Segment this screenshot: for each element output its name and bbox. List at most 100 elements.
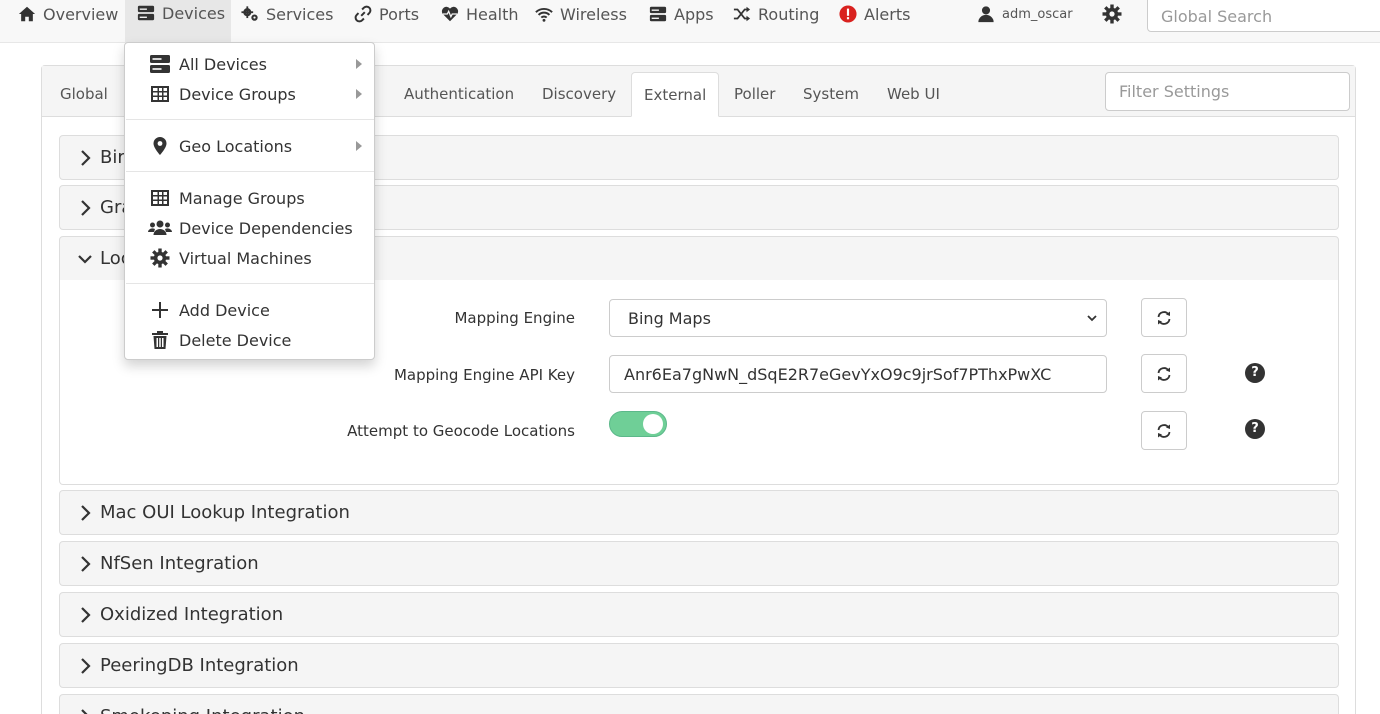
section-bing-title: Bir [100, 147, 125, 168]
menu-item-label: All Devices [179, 54, 267, 74]
nav-overview-label: Overview [43, 4, 119, 24]
chevron-right-icon [81, 150, 91, 166]
users-icon [148, 220, 172, 235]
top-navbar: Overview Devices Services Ports Health W… [0, 0, 1380, 43]
api-key-reset-button[interactable] [1141, 354, 1187, 393]
nav-services[interactable]: Services [241, 0, 333, 28]
menu-item-geo-locations[interactable]: Geo Locations [126, 132, 374, 160]
section-mac-oui-title: Mac OUI Lookup Integration [100, 502, 350, 523]
api-key-input[interactable] [609, 355, 1107, 393]
nav-user-menu[interactable]: adm_oscar [977, 0, 1073, 28]
nav-routing-label: Routing [758, 4, 820, 24]
chevron-right-icon [81, 607, 91, 623]
table-icon [151, 86, 169, 102]
tab-system[interactable]: System [791, 72, 871, 117]
menu-item-add-device[interactable]: Add Device [126, 296, 374, 324]
chevron-right-icon [81, 709, 88, 714]
plus-icon [152, 302, 168, 318]
nav-overview[interactable]: Overview [18, 0, 118, 28]
geocode-label: Attempt to Geocode Locations [347, 422, 575, 440]
nav-wireless[interactable]: Wireless [535, 0, 627, 28]
table-icon [151, 190, 169, 206]
api-key-label: Mapping Engine API Key [393, 366, 575, 384]
chevron-right-icon [81, 200, 91, 216]
api-key-help-icon[interactable]: ? [1245, 363, 1265, 383]
section-oxidized-title: Oxidized Integration [100, 604, 284, 625]
menu-item-device-groups[interactable]: Device Groups [126, 80, 374, 108]
global-search-input[interactable] [1147, 0, 1380, 32]
wifi-icon [535, 8, 553, 22]
nav-alerts-label: Alerts [864, 4, 911, 24]
section-mac-oui[interactable]: Mac OUI Lookup Integration [59, 490, 1339, 535]
chevron-down-icon [1087, 315, 1097, 322]
devices-dropdown-menu: All Devices Device Groups Geo Locations … [124, 42, 375, 360]
nav-apps[interactable]: Apps [649, 0, 714, 28]
nav-apps-label: Apps [674, 4, 714, 24]
section-smokeping[interactable]: Smokeping Integration [59, 694, 1339, 714]
nav-services-label: Services [266, 4, 334, 24]
geocode-toggle[interactable] [609, 411, 667, 437]
tab-authentication-label: Authentication [404, 85, 515, 103]
menu-item-manage-groups[interactable]: Manage Groups [126, 184, 374, 212]
nav-devices[interactable]: Devices [125, 0, 232, 43]
section-oxidized[interactable]: Oxidized Integration [59, 592, 1339, 637]
menu-divider [126, 171, 374, 172]
chevron-down-icon [78, 255, 92, 264]
caret-right-icon [356, 59, 362, 69]
tab-external-label: External [644, 86, 707, 104]
section-smokeping-title: Smokeping Integration [100, 706, 305, 714]
tab-authentication[interactable]: Authentication [392, 72, 526, 117]
section-peeringdb-title: PeeringDB Integration [100, 655, 299, 676]
menu-item-all-devices[interactable]: All Devices [126, 50, 374, 78]
caret-right-icon [356, 89, 362, 99]
tab-discovery-label: Discovery [542, 85, 617, 103]
tab-web-ui-label: Web UI [887, 85, 940, 103]
filter-settings-input[interactable] [1105, 72, 1350, 111]
tab-system-label: System [803, 85, 859, 103]
menu-divider [126, 283, 374, 284]
section-nfsen-title: NfSen Integration [100, 553, 259, 574]
tab-web-ui[interactable]: Web UI [875, 72, 952, 117]
section-peeringdb[interactable]: PeeringDB Integration [59, 643, 1339, 688]
nav-alerts[interactable]: Alerts [839, 0, 910, 28]
section-nfsen[interactable]: NfSen Integration [59, 541, 1339, 586]
tab-external[interactable]: External [631, 72, 720, 117]
cog-icon [150, 248, 170, 268]
refresh-icon [1157, 366, 1171, 381]
menu-item-delete-device[interactable]: Delete Device [126, 326, 374, 354]
mapping-engine-select[interactable]: Bing Maps [609, 299, 1107, 337]
menu-item-label: Delete Device [179, 330, 292, 350]
caret-right-icon [356, 141, 362, 151]
mapping-engine-reset-button[interactable] [1141, 298, 1187, 337]
mapping-engine-value: Bing Maps [628, 309, 711, 328]
nav-health[interactable]: Health [441, 0, 519, 28]
mapping-engine-label: Mapping Engine [454, 309, 575, 327]
gear-icon [1102, 4, 1122, 24]
tab-poller[interactable]: Poller [722, 72, 787, 117]
menu-item-label: Geo Locations [179, 136, 293, 156]
nav-user-label: adm_oscar [1002, 6, 1073, 22]
menu-divider [126, 119, 374, 120]
nav-wireless-label: Wireless [560, 4, 627, 24]
menu-item-label: Device Groups [179, 84, 296, 104]
nav-ports[interactable]: Ports [354, 0, 419, 28]
nav-settings[interactable] [1102, 0, 1129, 28]
menu-item-label: Manage Groups [179, 188, 305, 208]
tab-global[interactable]: Global [48, 72, 120, 117]
menu-item-device-dependencies[interactable]: Device Dependencies [126, 214, 374, 242]
user-icon [978, 6, 994, 23]
cogs-icon [241, 6, 258, 21]
chevron-right-icon [81, 658, 91, 674]
menu-item-label: Add Device [179, 300, 270, 320]
geocode-reset-button[interactable] [1141, 411, 1187, 450]
tab-poller-label: Poller [734, 85, 776, 103]
nav-routing[interactable]: Routing [733, 0, 819, 28]
toggle-knob [643, 414, 663, 434]
server-icon [649, 6, 667, 22]
tab-discovery[interactable]: Discovery [530, 72, 628, 117]
geocode-help-icon[interactable]: ? [1245, 419, 1265, 439]
menu-item-virtual-machines[interactable]: Virtual Machines [126, 244, 374, 272]
heartbeat-icon [441, 6, 459, 22]
nav-ports-label: Ports [379, 4, 420, 24]
exclamation-circle-icon [839, 5, 857, 23]
